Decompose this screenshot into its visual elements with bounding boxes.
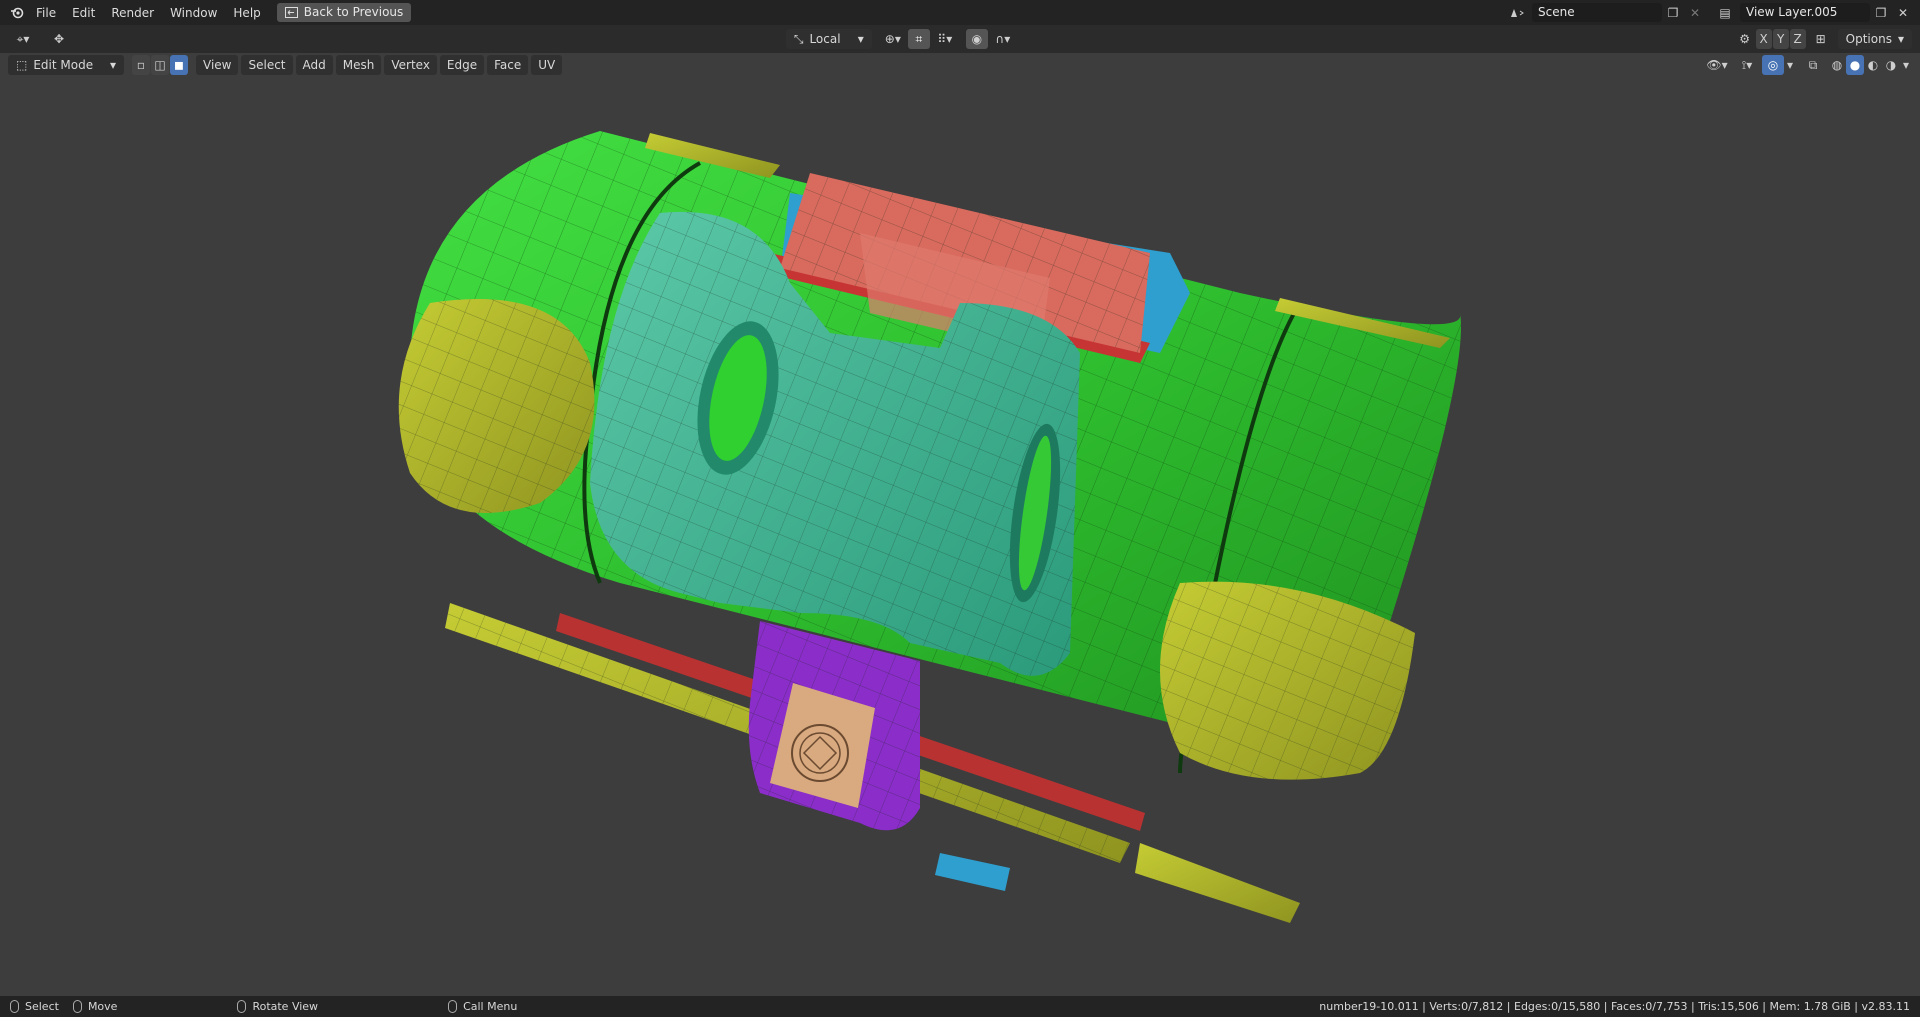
new-view-layer-icon[interactable]: ❐ [1870, 3, 1892, 23]
menu-mesh[interactable]: Mesh [335, 55, 382, 75]
transform-orientation-dropdown[interactable]: ⤡ Local ▾ [785, 29, 872, 49]
shading-dropdown-icon[interactable]: ▾ [1900, 55, 1912, 75]
mirror-x-toggle[interactable]: X [1755, 29, 1772, 49]
edit-mode-icon: ⬚ [16, 58, 28, 72]
top-bar: File Edit Render Window Help Back to Pre… [0, 0, 1920, 25]
status-bar: Select Move Rotate View Call Menu number… [0, 996, 1920, 1017]
mouse-drag-icon [72, 1000, 82, 1013]
snap-element-icon[interactable]: ⠿▾ [930, 29, 960, 49]
orientation-label: Local [809, 32, 841, 46]
mirror-options-icon[interactable]: ⚙ [1734, 29, 1756, 49]
material-shading-icon[interactable]: ◐ [1864, 55, 1882, 75]
move-tool-icon[interactable]: ✥ [48, 29, 70, 49]
snap-toggle-icon[interactable]: ⌗ [907, 29, 930, 49]
3d-viewport[interactable] [0, 53, 1920, 996]
orientation-icon: ⤡ [793, 32, 804, 46]
menu-edge[interactable]: Edge [439, 55, 485, 75]
view-layer-name-field[interactable]: View Layer.005 [1740, 3, 1870, 22]
mouse-middle-icon [237, 1000, 247, 1013]
new-scene-icon[interactable]: ❐ [1662, 3, 1684, 23]
menu-face[interactable]: Face [487, 55, 529, 75]
scene-statistics: number19-10.011 | Verts:0/7,812 | Edges:… [1319, 1000, 1910, 1013]
menu-add[interactable]: Add [295, 55, 333, 75]
status-move-hint: Move [72, 1000, 117, 1013]
xray-toggle-icon[interactable]: ⧉ [1802, 55, 1824, 75]
menu-file[interactable]: File [28, 2, 64, 24]
chevron-down-icon: ▾ [109, 58, 116, 72]
visibility-eye-icon[interactable]: 👁▾ [1702, 55, 1732, 75]
rendered-shading-icon[interactable]: ◑ [1882, 55, 1900, 75]
mesh-model[interactable] [0, 53, 1920, 996]
back-to-previous-button[interactable]: Back to Previous [276, 3, 412, 22]
mode-selector[interactable]: ⬚ Edit Mode ▾ [8, 55, 124, 75]
mode-label: Edit Mode [33, 58, 94, 72]
chevron-down-icon: ▾ [1897, 32, 1904, 46]
delete-view-layer-icon[interactable]: ✕ [1892, 3, 1914, 23]
options-label: Options [1845, 32, 1892, 46]
pivot-point-icon[interactable]: ⊕▾ [878, 29, 908, 49]
gizmo-icon[interactable]: ⟟▾ [1732, 55, 1762, 75]
auto-merge-icon[interactable]: ⊞ [1810, 29, 1832, 49]
menu-render[interactable]: Render [103, 2, 162, 24]
editor-type-icon[interactable]: ⌖▾ [8, 29, 38, 49]
overlays-icon[interactable]: ◎ [1762, 55, 1784, 75]
falloff-curve-icon[interactable]: ∩▾ [988, 29, 1018, 49]
scene-selector-icon[interactable] [1506, 3, 1528, 23]
options-dropdown[interactable]: Options ▾ [1837, 29, 1912, 49]
mirror-z-toggle[interactable]: Z [1789, 29, 1806, 49]
vertex-select-icon[interactable]: ▫ [132, 55, 150, 75]
wireframe-shading-icon[interactable]: ◍ [1828, 55, 1846, 75]
blender-logo-icon[interactable] [6, 6, 28, 20]
menu-window[interactable]: Window [162, 2, 225, 24]
status-menu-hint: Call Menu [448, 1000, 517, 1013]
delete-scene-icon[interactable]: ✕ [1684, 3, 1706, 23]
face-select-icon[interactable]: ◼ [170, 55, 188, 75]
chevron-down-icon: ▾ [857, 32, 864, 46]
proportional-edit-icon[interactable]: ◉ [965, 29, 988, 49]
mirror-y-toggle[interactable]: Y [1772, 29, 1789, 49]
scene-name-field[interactable]: Scene [1532, 3, 1662, 22]
menu-vertex[interactable]: Vertex [384, 55, 437, 75]
status-rotate-hint: Rotate View [237, 1000, 318, 1013]
menu-uv[interactable]: UV [531, 55, 563, 75]
edge-select-icon[interactable]: ◫ [151, 55, 169, 75]
menu-edit[interactable]: Edit [64, 2, 103, 24]
menu-view[interactable]: View [196, 55, 239, 75]
solid-shading-icon[interactable]: ● [1846, 55, 1864, 75]
back-to-previous-label: Back to Previous [303, 5, 404, 19]
overlays-dropdown-icon[interactable]: ▾ [1784, 55, 1796, 75]
menu-select[interactable]: Select [241, 55, 293, 75]
status-select-hint: Select [10, 1000, 59, 1013]
mouse-right-icon [448, 1000, 458, 1013]
mouse-left-icon [10, 1000, 19, 1013]
view-layer-selector-icon[interactable]: ▤ [1714, 3, 1736, 23]
viewport-header: ⬚ Edit Mode ▾ ▫ ◫ ◼ View Select Add Mesh… [0, 53, 1920, 77]
screen-back-icon [284, 7, 298, 18]
menu-help[interactable]: Help [225, 2, 268, 24]
tool-settings-bar: ⌖▾ ✥ ⤡ Local ▾ ⊕▾ ⌗ ⠿▾ ◉ ∩▾ ⚙ X Y Z ⊞ Op… [0, 25, 1920, 53]
